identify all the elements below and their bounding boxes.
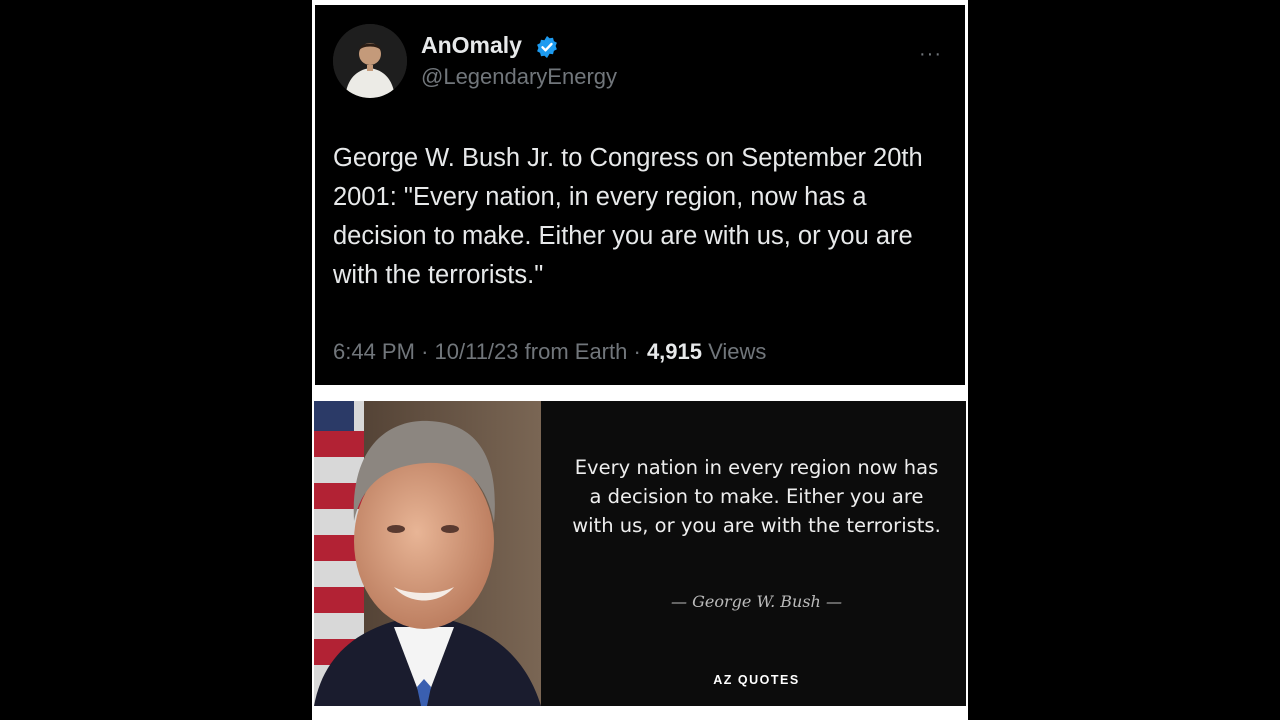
tweet-text: George W. Bush Jr. to Congress on Septem… — [333, 144, 923, 289]
author-handle[interactable]: @LegendaryEnergy — [421, 64, 617, 90]
views-label: Views — [708, 339, 767, 364]
quote-image: Every nation in every region now has a d… — [314, 401, 966, 706]
meta-separator: · — [421, 339, 429, 364]
author-name[interactable]: AnOmaly — [421, 32, 522, 59]
tweet-source: from Earth — [524, 339, 628, 364]
portrait-photo — [314, 401, 541, 706]
tweet-metadata: 6:44 PM · 10/11/23 from Earth · 4,915 Vi… — [333, 339, 766, 365]
azquotes-logo: AZ QUOTES — [713, 673, 800, 687]
quote-author-signature: — George W. Bush — — [671, 592, 842, 611]
tweet-card[interactable]: AnOmaly @LegendaryEnergy ··· George W. B… — [315, 5, 965, 385]
meta-separator: · — [633, 339, 641, 364]
quote-text: Every nation in every region now has a d… — [572, 456, 941, 537]
tweet-time[interactable]: 6:44 PM — [333, 339, 415, 364]
verified-badge-icon — [537, 36, 557, 58]
tweet-date[interactable]: 10/11/23 — [435, 339, 519, 364]
views-count[interactable]: 4,915 — [647, 339, 702, 364]
more-options-icon[interactable]: ··· — [919, 43, 942, 66]
avatar[interactable] — [333, 24, 407, 98]
